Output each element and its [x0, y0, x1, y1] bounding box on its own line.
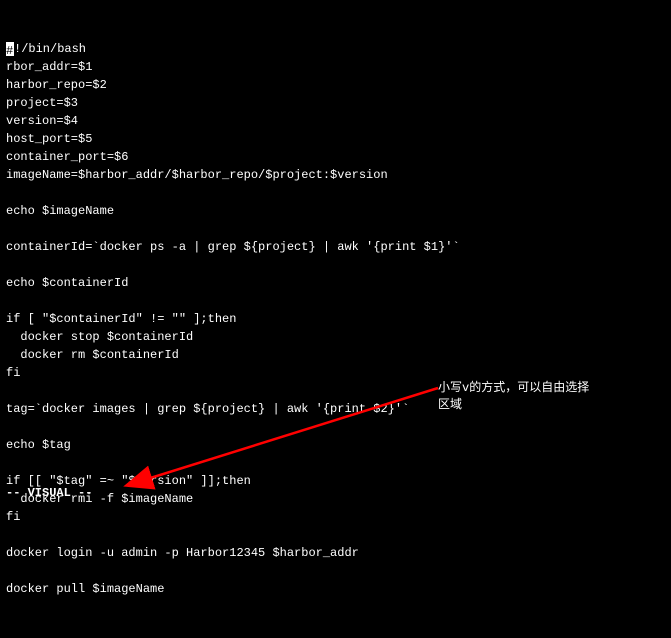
code-line: docker stop $containerId: [6, 328, 665, 346]
code-line: rbor_addr=$1: [6, 58, 665, 76]
code-line: host_port=$5: [6, 130, 665, 148]
code-line: [6, 256, 665, 274]
vim-mode-status: -- VISUAL --: [6, 486, 92, 500]
code-line: if [ "$containerId" != "" ];then: [6, 310, 665, 328]
code-line: project=$3: [6, 94, 665, 112]
cursor: #: [6, 42, 14, 56]
code-line: [6, 562, 665, 580]
code-line: [6, 184, 665, 202]
annotation-line-1: 小写v的方式，可以自由选择: [438, 378, 668, 395]
annotation-text: 小写v的方式，可以自由选择 区域: [438, 378, 668, 412]
annotation-line-2: 区域: [438, 395, 668, 412]
code-line: echo $tag: [6, 436, 665, 454]
code-line: [6, 526, 665, 544]
code-line: #!/bin/bash: [6, 40, 665, 58]
code-line: container_port=$6: [6, 148, 665, 166]
code-line: [6, 598, 665, 616]
code-line: [6, 418, 665, 436]
script-content: #!/bin/bashrbor_addr=$1harbor_repo=$2pro…: [6, 40, 665, 616]
code-line: imageName=$harbor_addr/$harbor_repo/$pro…: [6, 166, 665, 184]
code-line: docker rmi -f $imageName: [6, 490, 665, 508]
code-line: version=$4: [6, 112, 665, 130]
code-line: containerId=`docker ps -a | grep ${proje…: [6, 238, 665, 256]
code-line: if [[ "$tag" =~ "$version" ]];then: [6, 472, 665, 490]
code-line: [6, 220, 665, 238]
code-line: fi: [6, 508, 665, 526]
code-line: docker pull $imageName: [6, 580, 665, 598]
code-line: echo $containerId: [6, 274, 665, 292]
code-line: docker login -u admin -p Harbor12345 $ha…: [6, 544, 665, 562]
code-line: [6, 292, 665, 310]
code-line: docker rm $containerId: [6, 346, 665, 364]
code-line: echo $imageName: [6, 202, 665, 220]
code-line: [6, 454, 665, 472]
terminal-viewport[interactable]: #!/bin/bashrbor_addr=$1harbor_repo=$2pro…: [0, 0, 671, 638]
code-line: harbor_repo=$2: [6, 76, 665, 94]
